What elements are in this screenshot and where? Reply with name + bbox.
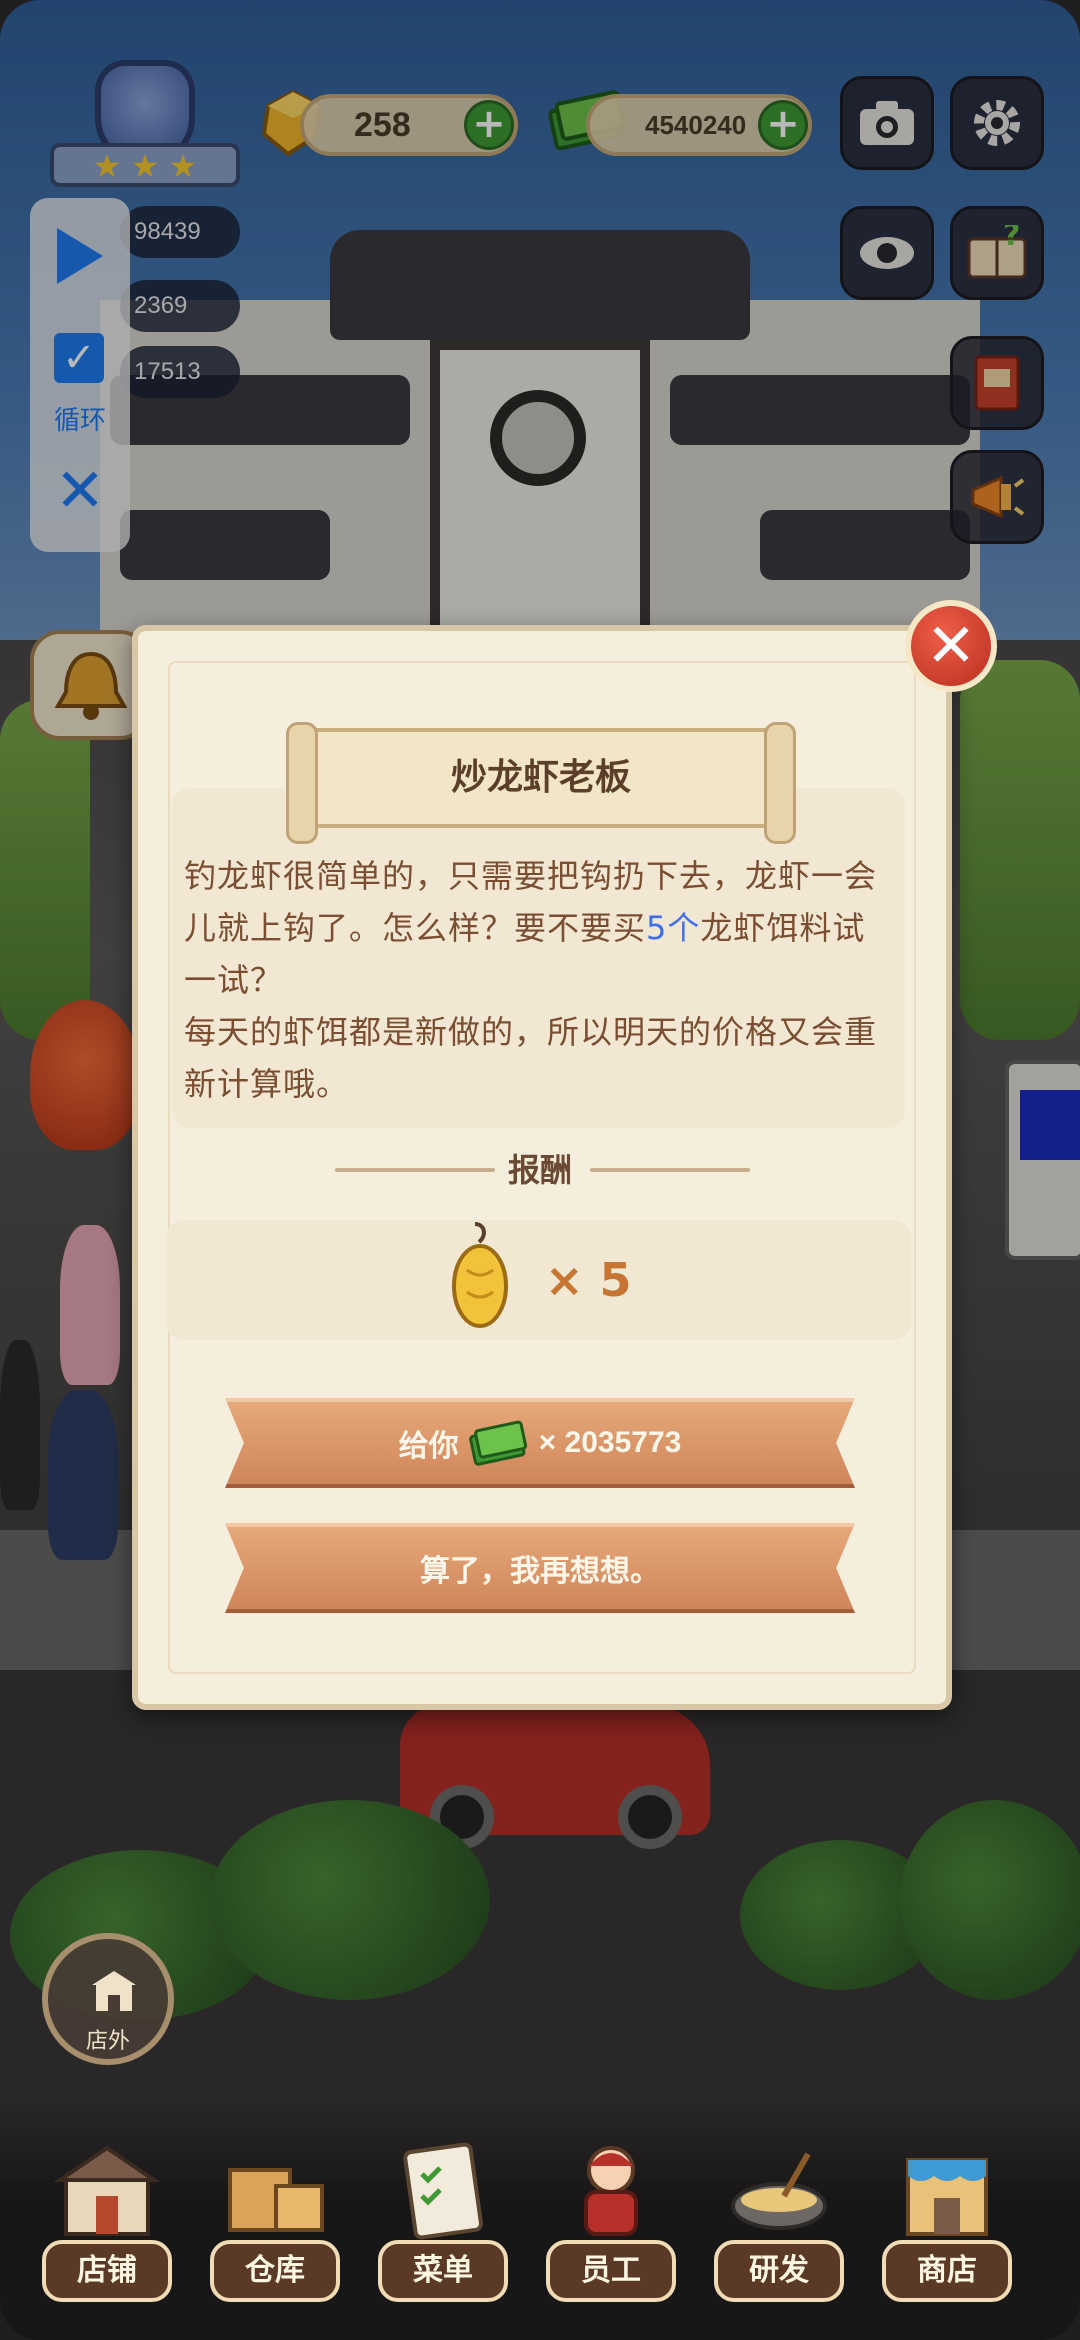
- reward-divider-right: [590, 1168, 750, 1172]
- cooking-pot-icon: [731, 2152, 827, 2230]
- nav-shop[interactable]: 店铺: [42, 2140, 172, 2320]
- nav-menu-label: 菜单: [378, 2240, 508, 2302]
- dialog-message: 钓龙虾很简单的，只需要把钩扔下去，龙虾一会儿就上钩了。怎么样？要不要买5个龙虾饵…: [184, 850, 896, 1110]
- dialog-title-scroll: 炒龙虾老板: [286, 722, 796, 844]
- nav-shop-label: 店铺: [42, 2240, 172, 2302]
- decline-button[interactable]: 算了，我再想想。: [225, 1523, 855, 1613]
- dialog-title: 炒龙虾老板: [450, 757, 631, 798]
- staff-person-icon: [584, 2146, 638, 2236]
- nav-warehouse-label: 仓库: [210, 2240, 340, 2302]
- warehouse-boxes-icon: [228, 2168, 324, 2232]
- outside-shop-button[interactable]: 店外: [42, 1933, 174, 2065]
- store-front-icon: [906, 2158, 988, 2236]
- menu-clipboard-icon: [403, 2142, 484, 2240]
- nav-research[interactable]: 研发: [714, 2140, 844, 2320]
- reward-quantity: × 5: [545, 1253, 632, 1307]
- outside-label: 店外: [85, 2029, 130, 2054]
- nav-store-label: 商店: [882, 2240, 1012, 2302]
- message-box: 钓龙虾很简单的，只需要把钩扔下去，龙虾一会儿就上钩了。怎么样？要不要买5个龙虾饵…: [172, 788, 905, 1128]
- nav-research-label: 研发: [714, 2240, 844, 2302]
- reward-box: [166, 1220, 911, 1340]
- nav-menu[interactable]: 菜单: [378, 2140, 508, 2320]
- message-highlight: 5个: [646, 909, 701, 947]
- nav-staff-label: 员工: [546, 2240, 676, 2302]
- shop-building-icon: [53, 2145, 161, 2236]
- accept-label: 给你: [398, 1429, 459, 1464]
- decline-label: 算了，我再想想。: [420, 1554, 660, 1589]
- message-part-3: 每天的虾饵都是新做的，所以明天的价格又会重新计算哦。: [184, 1013, 878, 1103]
- close-dialog-button[interactable]: ✕: [905, 600, 997, 692]
- accept-price: × 2035773: [538, 1426, 682, 1459]
- nav-staff[interactable]: 员工: [546, 2140, 676, 2320]
- store-outside-icon: [92, 1971, 136, 2011]
- nav-warehouse[interactable]: 仓库: [210, 2140, 340, 2320]
- accept-buy-button[interactable]: 给你 × 2035773: [225, 1398, 855, 1488]
- lobster-bait-icon: [452, 1222, 508, 1328]
- close-icon: ✕: [925, 611, 977, 681]
- nav-store[interactable]: 商店: [882, 2140, 1012, 2320]
- cash-icon: [468, 1420, 527, 1466]
